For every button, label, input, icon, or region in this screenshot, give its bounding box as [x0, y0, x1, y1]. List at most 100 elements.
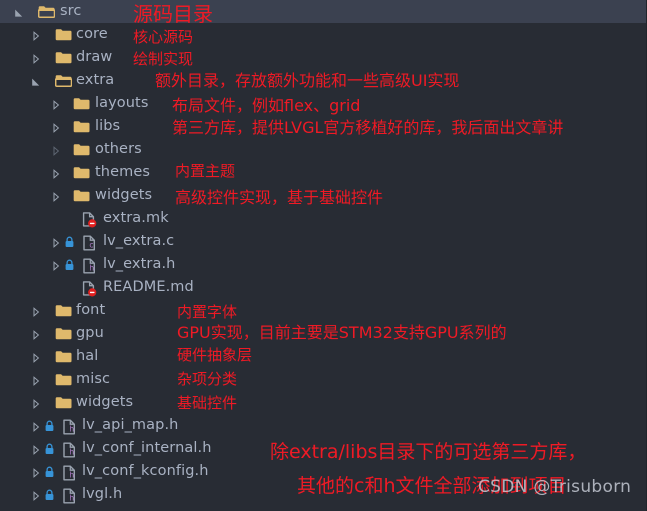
svg-text:h: h	[69, 471, 74, 480]
folder-icon	[55, 368, 72, 391]
lock-icon	[44, 460, 56, 483]
svg-text:c: c	[89, 241, 93, 250]
disclosure-triangle-collapsed-icon[interactable]	[50, 253, 62, 276]
tree-row-label: draw	[76, 49, 113, 65]
tree-row-label: hal	[76, 348, 99, 364]
folder-icon	[73, 115, 90, 138]
disclosure-triangle-expanded-icon[interactable]	[13, 0, 25, 23]
blocked-file-icon	[82, 207, 99, 230]
disclosure-triangle-collapsed-icon[interactable]	[30, 460, 42, 483]
disclosure-triangle-collapsed-icon[interactable]	[30, 483, 42, 506]
disclosure-triangle-collapsed-icon[interactable]	[30, 299, 42, 322]
tree-row[interactable]: widgets	[0, 184, 646, 207]
tree-row-label: font	[76, 302, 106, 318]
tree-row-label: widgets	[76, 394, 134, 410]
h-file-icon: h	[62, 437, 79, 460]
tree-row[interactable]: misc	[0, 368, 646, 391]
tree-row[interactable]: c lv_extra.c	[0, 230, 646, 253]
tree-row-label: extra.mk	[103, 210, 169, 226]
tree-row[interactable]: extra.mk	[0, 207, 646, 230]
tree-row[interactable]: core	[0, 23, 646, 46]
tree-row[interactable]: others	[0, 138, 646, 161]
folder-icon	[55, 345, 72, 368]
tree-row-label: lv_conf_internal.h	[82, 440, 212, 456]
tree-row[interactable]: h lvgl.h	[0, 483, 646, 506]
tree-row[interactable]: src	[0, 0, 646, 23]
disclosure-triangle-collapsed-icon[interactable]	[30, 345, 42, 368]
disclosure-triangle-collapsed-icon[interactable]	[30, 414, 42, 437]
folder-icon	[55, 46, 72, 69]
lock-icon	[64, 253, 76, 276]
folder-icon	[55, 391, 72, 414]
tree-row-label: lv_conf_kconfig.h	[82, 463, 209, 479]
tree-row-label: themes	[95, 164, 150, 180]
disclosure-triangle-collapsed-icon[interactable]	[50, 230, 62, 253]
tree-row-label: lv_extra.h	[103, 256, 176, 272]
tree-row[interactable]: font	[0, 299, 646, 322]
svg-text:h: h	[69, 425, 74, 434]
folder-icon	[73, 138, 90, 161]
tree-row[interactable]: draw	[0, 46, 646, 69]
tree-row[interactable]: themes	[0, 161, 646, 184]
blocked-file-icon	[82, 276, 99, 299]
lock-icon	[64, 230, 76, 253]
tree-row-label: core	[76, 26, 108, 42]
tree-row[interactable]: h lv_conf_kconfig.h	[0, 460, 646, 483]
tree-row-label: README.md	[103, 279, 194, 295]
folder-icon	[73, 161, 90, 184]
h-file-icon: h	[82, 253, 99, 276]
h-file-icon: h	[62, 414, 79, 437]
folder-icon	[55, 23, 72, 46]
folder-icon	[73, 184, 90, 207]
tree-row[interactable]: hal	[0, 345, 646, 368]
tree-row-label: libs	[95, 118, 121, 134]
tree-row[interactable]: README.md	[0, 276, 646, 299]
svg-text:h: h	[89, 264, 94, 273]
disclosure-triangle-collapsed-icon[interactable]	[50, 184, 62, 207]
tree-row[interactable]: gpu	[0, 322, 646, 345]
tree-row-label: misc	[76, 371, 111, 387]
project-file-tree[interactable]: src core draw extra layouts libs others themes w…	[0, 0, 646, 506]
disclosure-triangle-collapsed-icon[interactable]	[50, 161, 62, 184]
disclosure-triangle-collapsed-icon[interactable]	[30, 23, 42, 46]
tree-row-label: layouts	[95, 95, 149, 111]
tree-row-label: others	[95, 141, 142, 157]
svg-text:h: h	[69, 494, 74, 503]
tree-row-label: widgets	[95, 187, 153, 203]
folder-open-icon	[55, 69, 72, 92]
tree-row-label: extra	[76, 72, 115, 88]
tree-row-label: lv_api_map.h	[82, 417, 179, 433]
folder-icon	[73, 92, 90, 115]
folder-icon	[55, 322, 72, 345]
disclosure-triangle-collapsed-icon[interactable]	[30, 46, 42, 69]
tree-row[interactable]: h lv_extra.h	[0, 253, 646, 276]
c-file-icon: c	[82, 230, 99, 253]
h-file-icon: h	[62, 483, 79, 506]
disclosure-triangle-collapsed-icon[interactable]	[30, 368, 42, 391]
tree-row[interactable]: h lv_api_map.h	[0, 414, 646, 437]
tree-row[interactable]: widgets	[0, 391, 646, 414]
lock-icon	[44, 437, 56, 460]
file-explorer-panel: src core draw extra layouts libs others themes w…	[0, 0, 647, 511]
lock-icon	[44, 414, 56, 437]
h-file-icon: h	[62, 460, 79, 483]
svg-text:h: h	[69, 448, 74, 457]
disclosure-triangle-collapsed-icon[interactable]	[50, 92, 62, 115]
tree-row-label: lvgl.h	[82, 486, 123, 502]
disclosure-triangle-collapsed-icon[interactable]	[50, 115, 62, 138]
disclosure-triangle-collapsed-icon[interactable]	[30, 322, 42, 345]
tree-row[interactable]: extra	[0, 69, 646, 92]
lock-icon	[44, 483, 56, 506]
folder-open-icon	[38, 0, 55, 23]
tree-row[interactable]: h lv_conf_internal.h	[0, 437, 646, 460]
disclosure-triangle-collapsed-icon[interactable]	[30, 391, 42, 414]
tree-row[interactable]: layouts	[0, 92, 646, 115]
disclosure-triangle-collapsed-icon[interactable]	[30, 437, 42, 460]
disclosure-triangle-collapsed-icon[interactable]	[50, 138, 62, 161]
disclosure-triangle-expanded-icon[interactable]	[30, 69, 42, 92]
tree-row-label: gpu	[76, 325, 104, 341]
tree-row[interactable]: libs	[0, 115, 646, 138]
folder-icon	[55, 299, 72, 322]
tree-row-label: lv_extra.c	[103, 233, 175, 249]
tree-row-label: src	[60, 3, 82, 19]
